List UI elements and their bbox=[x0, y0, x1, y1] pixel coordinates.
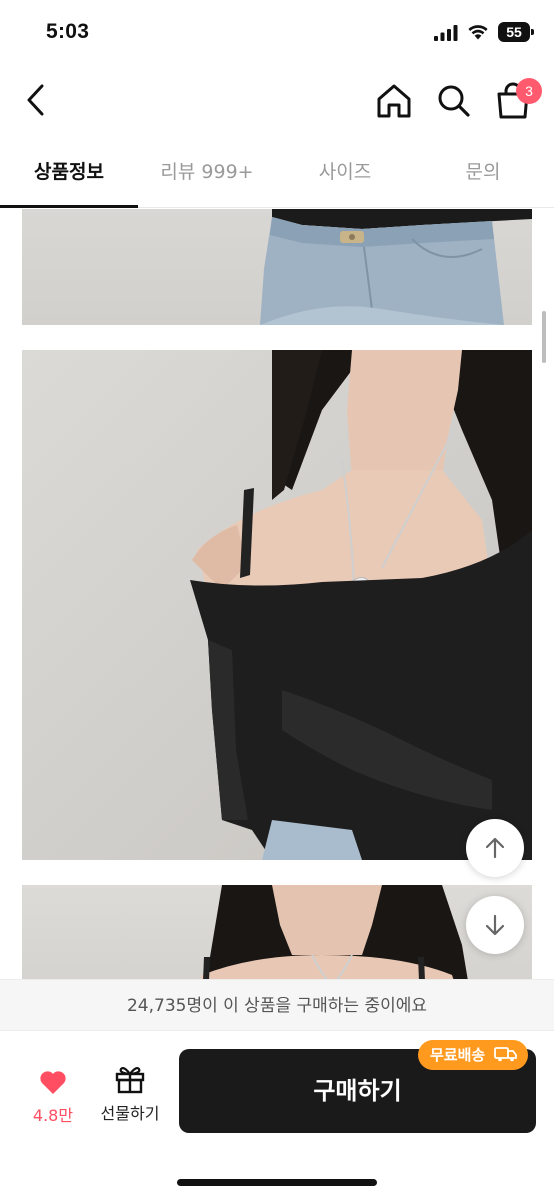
active-tab-indicator bbox=[0, 205, 138, 208]
battery-level: 55 bbox=[498, 22, 530, 42]
status-time: 5:03 bbox=[46, 20, 90, 43]
gift-button[interactable]: 선물하기 bbox=[92, 1062, 168, 1128]
back-button[interactable] bbox=[20, 80, 56, 120]
free-shipping-badge: 무료배송 bbox=[418, 1040, 529, 1070]
scroll-to-top-button[interactable] bbox=[466, 819, 524, 877]
truck-icon bbox=[494, 1047, 518, 1062]
search-button[interactable] bbox=[434, 82, 474, 120]
wifi-icon bbox=[468, 25, 488, 40]
product-photo-jeans-detail bbox=[22, 209, 532, 325]
home-icon bbox=[377, 84, 411, 118]
scrollbar-thumb[interactable] bbox=[542, 311, 546, 363]
search-icon bbox=[438, 85, 470, 117]
purchase-counter-text: 24,735명이 이 상품을 구매하는 중이에요 bbox=[126, 996, 428, 1016]
home-button[interactable] bbox=[374, 82, 414, 120]
battery-icon: 55 bbox=[498, 22, 534, 42]
cellular-signal-icon bbox=[434, 25, 458, 41]
product-detail-screen: 5:03 55 3 상품정보 리뷰 999+ 사이즈 문의 24,735명이 이… bbox=[0, 0, 554, 1200]
like-button[interactable]: 4.8만 bbox=[24, 1062, 82, 1128]
arrow-down-icon bbox=[485, 914, 505, 936]
product-photo-off-shoulder-top bbox=[22, 350, 532, 860]
product-tabs: 상품정보 리뷰 999+ 사이즈 문의 bbox=[0, 138, 554, 208]
status-bar: 5:03 55 bbox=[0, 0, 554, 66]
gift-icon bbox=[115, 1067, 145, 1094]
free-shipping-label: 무료배송 bbox=[430, 1046, 486, 1064]
scroll-to-bottom-button[interactable] bbox=[466, 896, 524, 954]
tab-reviews[interactable]: 리뷰 999+ bbox=[138, 138, 276, 208]
like-count: 4.8만 bbox=[32, 1106, 74, 1125]
tab-size[interactable]: 사이즈 bbox=[276, 138, 414, 208]
top-nav-bar bbox=[0, 66, 554, 136]
chevron-left-icon bbox=[27, 84, 44, 116]
home-indicator bbox=[177, 1179, 377, 1186]
heart-icon bbox=[40, 1071, 66, 1094]
arrow-up-icon bbox=[485, 837, 505, 859]
gift-label: 선물하기 bbox=[100, 1104, 160, 1123]
tab-inquiry[interactable]: 문의 bbox=[414, 138, 552, 208]
purchase-counter-banner: 24,735명이 이 상품을 구매하는 중이에요 bbox=[0, 979, 554, 1031]
product-photo-model bbox=[22, 885, 532, 979]
cart-count-badge: 3 bbox=[516, 78, 542, 104]
tab-product-info[interactable]: 상품정보 bbox=[0, 138, 138, 208]
